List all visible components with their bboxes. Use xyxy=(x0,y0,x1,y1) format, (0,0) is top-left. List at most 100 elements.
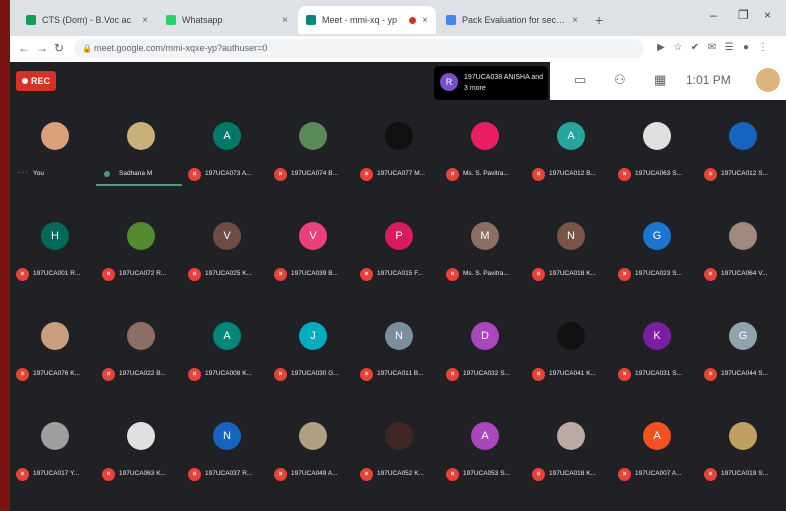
participant-name: 197UCA015 F... xyxy=(377,270,423,277)
participant-tile[interactable]: V × 197UCA025 K... xyxy=(184,202,270,290)
recording-label: REC xyxy=(30,76,50,86)
participant-tile[interactable]: × 197UCA017 Y... xyxy=(12,402,98,490)
participant-name: Sadhana M xyxy=(119,170,153,177)
tab-label: Meet - mmi-xq - yp xyxy=(322,15,398,25)
participant-avatar: D xyxy=(471,322,499,350)
participant-tile[interactable]: K × 197UCA031 S... xyxy=(614,302,700,390)
participant-name: 197UCA032 S... xyxy=(463,370,510,377)
participant-tile[interactable]: × 197UCA076 K... xyxy=(12,302,98,390)
mic-off-icon: × xyxy=(274,268,287,281)
browser-tab[interactable]: Pack Evaluation for second year × xyxy=(438,6,586,34)
profile-icon[interactable]: ● xyxy=(741,42,751,54)
people-icon[interactable]: ⚇ xyxy=(614,72,626,88)
participant-tile[interactable]: × 197UCA022 B... xyxy=(98,302,184,390)
participant-name: 197UCA001 R... xyxy=(33,270,81,277)
tab-close-icon[interactable]: × xyxy=(572,15,578,26)
participant-avatar xyxy=(557,422,585,450)
mail-extension-icon[interactable]: ✉ xyxy=(707,42,717,54)
recording-badge: REC xyxy=(16,71,56,91)
participant-avatar: A xyxy=(213,122,241,150)
browser-tab[interactable]: CTS (Dom) - B.Voc ac × xyxy=(18,6,156,34)
participant-tile[interactable]: ··· You xyxy=(12,102,98,190)
mic-off-icon: × xyxy=(274,368,287,381)
minimize-icon[interactable]: – xyxy=(710,8,717,22)
browser-tab[interactable]: Meet - mmi-xq - yp × xyxy=(298,6,436,34)
participant-tile[interactable]: N × 197UCA037 R... xyxy=(184,402,270,490)
participant-tile[interactable]: N × 197UCA011 B... xyxy=(356,302,442,390)
participant-tile[interactable]: × 197UCA012 S... xyxy=(700,102,786,190)
check-extension-icon[interactable]: ✔ xyxy=(690,42,700,54)
participant-tile[interactable]: N × 197UCA018 K... xyxy=(528,202,614,290)
participant-tile[interactable]: Sadhana M xyxy=(96,102,184,190)
participant-tile[interactable]: V × 197UCA039 B... xyxy=(270,202,356,290)
url-input[interactable]: 🔒 meet.google.com/mmi-xqxe-yp?authuser=0 xyxy=(74,39,644,58)
captions-icon[interactable]: ▭ xyxy=(574,72,586,88)
participant-tile[interactable]: A × 197UCA012 B... xyxy=(528,102,614,190)
participant-tile[interactable]: A × 197UCA073 A... xyxy=(184,102,270,190)
participant-tile[interactable]: × 197UCA049 A... xyxy=(270,402,356,490)
participant-avatar xyxy=(41,122,69,150)
mic-off-icon: × xyxy=(618,468,631,481)
participant-tile[interactable]: × 197UCA072 R... xyxy=(98,202,184,290)
tab-close-icon[interactable]: × xyxy=(422,15,428,26)
participant-name: 197UCA052 K... xyxy=(377,470,424,477)
list-extension-icon[interactable]: ☰ xyxy=(724,42,734,54)
participant-tile[interactable]: × 197UCA018 K... xyxy=(528,402,614,490)
self-avatar[interactable] xyxy=(756,68,780,92)
reload-icon[interactable]: ↻ xyxy=(54,41,64,55)
close-window-icon[interactable]: × xyxy=(764,8,771,22)
forward-icon[interactable]: → xyxy=(36,41,48,55)
participant-tile[interactable]: G × 197UCA044 S... xyxy=(700,302,786,390)
participant-tile[interactable]: × Ms. S. Pavitra... xyxy=(442,102,528,190)
participant-tile[interactable]: × 197UCA077 M... xyxy=(356,102,442,190)
participant-tile[interactable]: × 197UCA052 K... xyxy=(356,402,442,490)
participant-name: 197UCA025 K... xyxy=(205,270,252,277)
mic-off-icon: × xyxy=(188,268,201,281)
participant-tile[interactable]: M × Ms. S. Pavitra... xyxy=(442,202,528,290)
more-options-icon[interactable]: ··· xyxy=(18,168,29,177)
participant-tile[interactable]: A × 197UCA008 K... xyxy=(184,302,270,390)
participant-avatar xyxy=(729,122,757,150)
presenter-card[interactable]: R 197UCA038 ANISHA and 3 more xyxy=(434,66,548,100)
tab-recording-icon xyxy=(409,16,417,24)
participant-tile[interactable]: × 197UCA063 S... xyxy=(614,102,700,190)
participant-name: 197UCA063 S... xyxy=(635,170,682,177)
participant-name: 197UCA011 B... xyxy=(377,370,424,377)
participant-avatar xyxy=(41,322,69,350)
new-tab-icon[interactable]: + xyxy=(595,12,603,28)
participant-tile[interactable]: D × 197UCA032 S... xyxy=(442,302,528,390)
cast-icon[interactable]: ▶ xyxy=(656,42,666,54)
meet-top-bar: REC R 197UCA038 ANISHA and 3 more ▭ ⚇ ▦ … xyxy=(10,62,786,102)
participant-name: 197UCA039 B... xyxy=(291,270,338,277)
star-icon[interactable]: ☆ xyxy=(673,42,683,54)
participant-tile[interactable]: P × 197UCA015 F... xyxy=(356,202,442,290)
mic-off-icon: × xyxy=(532,368,545,381)
participant-tile[interactable]: × 197UCA063 K... xyxy=(98,402,184,490)
participant-tile[interactable]: G × 197UCA023 S... xyxy=(614,202,700,290)
participant-tile[interactable]: × 197UCA074 B... xyxy=(270,102,356,190)
participant-tile[interactable]: J × 197UCA030 G... xyxy=(270,302,356,390)
meet-controls: ▭ ⚇ ▦ 1:01 PM xyxy=(550,62,786,100)
record-dot-icon xyxy=(21,78,28,84)
browser-tab[interactable]: Whatsapp × xyxy=(158,6,296,34)
participant-tile[interactable]: × 197UCA041 K... xyxy=(528,302,614,390)
participant-tile[interactable]: A × 197UCA053 S... xyxy=(442,402,528,490)
participant-tile[interactable]: × 197UCA064 V... xyxy=(700,202,786,290)
participant-avatar xyxy=(385,122,413,150)
tab-close-icon[interactable]: × xyxy=(142,15,148,26)
mic-off-icon: × xyxy=(532,168,545,181)
participant-name: Ms. S. Pavitra... xyxy=(463,270,509,277)
participant-tile[interactable]: × 197UCA019 S... xyxy=(700,402,786,490)
participant-tile[interactable]: A × 197UCA007 A... xyxy=(614,402,700,490)
tab-close-icon[interactable]: × xyxy=(282,15,288,26)
tab-favicon-icon xyxy=(446,15,456,25)
restore-icon[interactable]: ❐ xyxy=(738,8,749,22)
chat-icon[interactable]: ▦ xyxy=(654,72,666,88)
menu-icon[interactable]: ⋮ xyxy=(758,42,768,54)
participant-tile[interactable]: H × 197UCA001 R... xyxy=(12,202,98,290)
back-icon[interactable]: ← xyxy=(18,41,30,55)
participant-avatar: N xyxy=(385,322,413,350)
participant-avatar xyxy=(299,422,327,450)
participant-avatar: A xyxy=(643,422,671,450)
participant-avatar xyxy=(729,422,757,450)
